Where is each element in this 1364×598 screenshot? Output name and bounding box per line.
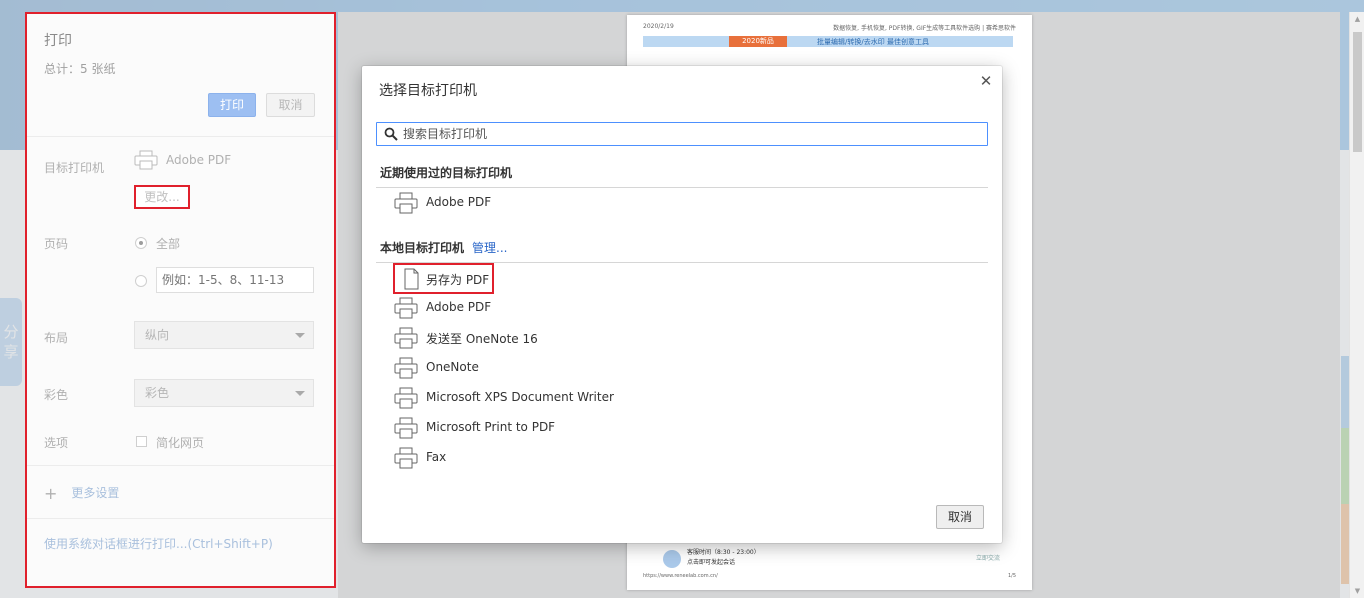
system-dialog-link[interactable]: 使用系统对话框进行打印...(Ctrl+Shift+P): [44, 535, 273, 552]
preview-site-title: 数据恢复, 手机恢复, PDF转换, GIF生成等工具软件选购 | 赛希思软件: [833, 25, 1016, 32]
scroll-thumb[interactable]: [1353, 32, 1362, 152]
layout-select[interactable]: 纵向: [134, 321, 314, 349]
printer-icon: [394, 192, 418, 214]
printer-name: Microsoft XPS Document Writer: [426, 390, 614, 404]
local-printer-fax[interactable]: Fax: [394, 445, 954, 471]
printer-name: OneNote: [426, 360, 479, 374]
sidebar-divider: [27, 136, 334, 137]
preview-service-avatar: [663, 550, 681, 568]
preview-service-hours: 客服时间（8:30 - 23:00）: [687, 549, 760, 556]
local-printers-title: 本地目标打印机: [380, 241, 465, 255]
more-settings-button[interactable]: + 更多设置: [44, 482, 120, 503]
preview-page-number: 1/5: [1007, 573, 1016, 579]
color-select[interactable]: 彩色: [134, 379, 314, 407]
dialog-cancel-button[interactable]: 取消: [936, 505, 984, 529]
scroll-up-arrow-icon[interactable]: ▲: [1353, 14, 1362, 24]
print-title: 打印: [44, 33, 72, 49]
printer-name: Adobe PDF: [426, 300, 492, 314]
change-destination-button[interactable]: 更改...: [134, 185, 190, 209]
printer-search-input[interactable]: [403, 123, 973, 145]
preview-banner-badge: 2020新品: [729, 36, 787, 47]
destination-label: 目标打印机: [44, 161, 105, 175]
sidebar-divider: [27, 465, 334, 466]
document-icon: [404, 268, 419, 290]
pages-label: 页码: [44, 237, 69, 251]
printer-icon: [394, 417, 418, 439]
color-select-value: 彩色: [145, 386, 170, 400]
print-button[interactable]: 打印: [208, 93, 256, 117]
options-label: 选项: [44, 436, 69, 450]
simplify-page-label: 简化网页: [156, 436, 205, 450]
printer-icon: [394, 447, 418, 469]
color-label: 彩色: [44, 388, 69, 402]
sheet-total: 总计：5 张纸: [44, 62, 116, 76]
simplify-page-checkbox[interactable]: [136, 436, 147, 447]
cancel-print-button[interactable]: 取消: [266, 93, 315, 117]
printer-name: Adobe PDF: [426, 195, 492, 209]
recent-printers-header: 近期使用过的目标打印机: [380, 166, 513, 180]
printer-name: 另存为 PDF: [426, 273, 490, 287]
printer-icon: [134, 150, 158, 170]
pages-all-radio[interactable]: [135, 237, 147, 249]
local-printer-onenote-16[interactable]: 发送至 OneNote 16: [394, 325, 954, 351]
plus-icon: +: [44, 484, 58, 503]
local-printer-save-as-pdf[interactable]: 另存为 PDF: [393, 263, 494, 294]
local-printer-onenote[interactable]: OneNote: [394, 355, 954, 381]
dialog-title: 选择目标打印机: [379, 83, 477, 99]
manage-printers-link[interactable]: 管理...: [472, 241, 507, 255]
preview-service-chat: 点击即可发起会话: [687, 559, 736, 566]
pages-all-label: 全部: [156, 237, 181, 251]
sidebar-divider: [27, 518, 334, 519]
printer-name: Microsoft Print to PDF: [426, 420, 556, 434]
preview-page-header: 2020/2/19 数据恢复, 手机恢复, PDF转换, GIF生成等工具软件选…: [643, 23, 1016, 32]
print-settings-sidebar: 打印 总计：5 张纸 打印 取消 目标打印机 Adobe PDF 更改... 页…: [25, 12, 336, 588]
printer-name: Fax: [426, 450, 447, 464]
printer-name: 发送至 OneNote 16: [426, 332, 538, 346]
preview-banner: 2020新品 批量编辑/转换/去水印 最佳创意工具: [643, 36, 1013, 47]
recent-printer-adobe-pdf[interactable]: Adobe PDF: [394, 190, 954, 216]
more-settings-label: 更多设置: [71, 486, 120, 500]
pages-custom-input[interactable]: [156, 267, 314, 293]
printer-icon: [394, 357, 418, 379]
layout-select-value: 纵向: [145, 328, 170, 342]
chevron-down-icon: [295, 391, 305, 396]
preview-banner-text: 批量编辑/转换/去水印 最佳创意工具: [817, 38, 929, 46]
pages-custom-radio[interactable]: [135, 275, 147, 287]
preview-date: 2020/2/19: [643, 23, 674, 30]
preview-service-link: 立即交流: [975, 555, 1000, 562]
local-printer-print-to-pdf[interactable]: Microsoft Print to PDF: [394, 415, 954, 441]
printer-icon: [394, 387, 418, 409]
printer-icon: [394, 327, 418, 349]
close-icon[interactable]: ✕: [979, 74, 993, 89]
preview-url: https://www.reneelab.com.cn/: [643, 573, 718, 579]
local-printers-header: 本地目标打印机 管理...: [380, 239, 507, 256]
search-icon: [384, 127, 398, 141]
preview-page-footer: https://www.reneelab.com.cn/ 1/5: [643, 573, 1016, 579]
vertical-scrollbar[interactable]: ▲ ▼: [1349, 12, 1364, 598]
chevron-down-icon: [295, 333, 305, 338]
destination-value: Adobe PDF: [166, 153, 232, 167]
local-printer-adobe-pdf[interactable]: Adobe PDF: [394, 295, 954, 321]
printer-icon: [394, 297, 418, 319]
layout-label: 布局: [44, 331, 69, 345]
scroll-down-arrow-icon[interactable]: ▼: [1353, 586, 1362, 596]
section-divider: [376, 187, 988, 188]
preview-service-text: 客服时间（8:30 - 23:00） 点击即可发起会话: [687, 548, 760, 568]
printer-search-box[interactable]: [376, 122, 988, 146]
local-printer-xps-writer[interactable]: Microsoft XPS Document Writer: [394, 385, 954, 411]
select-printer-dialog: 选择目标打印机 ✕ 近期使用过的目标打印机 Adobe PDF 本地目标打印机管…: [362, 66, 1002, 543]
